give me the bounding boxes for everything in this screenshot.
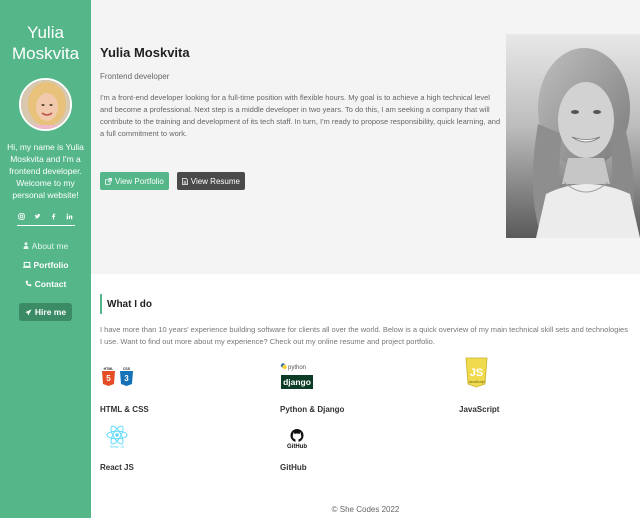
footer: © She Codes 2022 [331, 505, 400, 514]
linkedin-icon[interactable] [65, 213, 75, 222]
social-links [16, 213, 75, 226]
html5-css3-icon: HTML 5 CSS 3 [100, 366, 136, 393]
react-logo-text: React JS [110, 445, 125, 449]
nav-about-label: About me [31, 240, 69, 251]
twitter-icon[interactable] [33, 213, 43, 222]
react-icon: React JS [106, 424, 128, 455]
facebook-icon[interactable] [49, 213, 59, 222]
avatar [19, 78, 72, 131]
laptop-icon [22, 261, 31, 268]
svg-text:3: 3 [124, 374, 129, 383]
hero-section: Yulia Moskvita Frontend developer I'm a … [91, 0, 640, 274]
hire-me-label: Hire me [34, 307, 67, 317]
html-logo-text: HTML [104, 367, 115, 371]
hero-buttons: View Portfolio View Resume [100, 172, 245, 190]
django-logo-text: django [283, 377, 311, 387]
section-title-what-i-do: What I do [100, 294, 152, 314]
skill-github-label: GitHub [280, 463, 307, 472]
hero-role: Frontend developer [100, 72, 170, 81]
nav-item-about[interactable]: About me [0, 236, 91, 255]
github-icon: GitHub [286, 428, 308, 455]
view-portfolio-label: View Portfolio [115, 176, 164, 186]
what-i-do-title: What I do [107, 298, 152, 310]
site-name: Yulia Moskvita [0, 22, 91, 64]
site-name-line1: Yulia [27, 23, 64, 42]
site-name-line2: Moskvita [11, 44, 80, 63]
javascript-icon: JS JavaScript [465, 357, 488, 394]
file-icon [181, 177, 188, 185]
nav-item-portfolio[interactable]: Portfolio [0, 255, 91, 274]
hero-name: Yulia Moskvita [100, 45, 190, 60]
js-logo-subtext: JavaScript [468, 380, 484, 384]
profile-photo [506, 34, 640, 238]
js-logo-text: JS [470, 367, 483, 379]
intro-text: Hi, my name is Yulia Moskvita and I'm a … [7, 142, 84, 200]
user-icon [23, 242, 29, 249]
nav-item-contact[interactable]: Contact [0, 274, 91, 293]
skill-python-django-label: Python & Django [280, 405, 345, 414]
skills-intro: I have more than 10 years' experience bu… [100, 325, 628, 346]
skill-javascript-label: JavaScript [459, 405, 500, 414]
skill-react-label: React JS [100, 463, 134, 472]
hero-bio: I'm a front-end developer looking for a … [100, 93, 501, 138]
github-logo-text: GitHub [287, 444, 307, 450]
css-logo-text: CSS [123, 367, 131, 371]
phone-icon [25, 280, 31, 287]
sidebar-nav: About me Portfolio Contact [0, 236, 91, 293]
instagram-icon[interactable] [17, 213, 27, 222]
python-django-icon: python django [280, 362, 314, 395]
external-link-icon [105, 177, 112, 185]
nav-portfolio-label: Portfolio [33, 259, 69, 270]
skill-html-css-label: HTML & CSS [100, 405, 149, 414]
view-resume-label: View Resume [190, 176, 240, 186]
view-portfolio-button[interactable]: View Portfolio [100, 172, 169, 190]
svg-text:5: 5 [106, 374, 111, 383]
paper-plane-icon [25, 308, 32, 316]
hire-me-button[interactable]: Hire me [18, 303, 73, 321]
sidebar: Yulia Moskvita Hi, my name is Yulia Mosk… [0, 0, 91, 518]
nav-contact-label: Contact [34, 278, 67, 289]
view-resume-button[interactable]: View Resume [176, 172, 245, 190]
python-logo-text: python [288, 365, 306, 371]
